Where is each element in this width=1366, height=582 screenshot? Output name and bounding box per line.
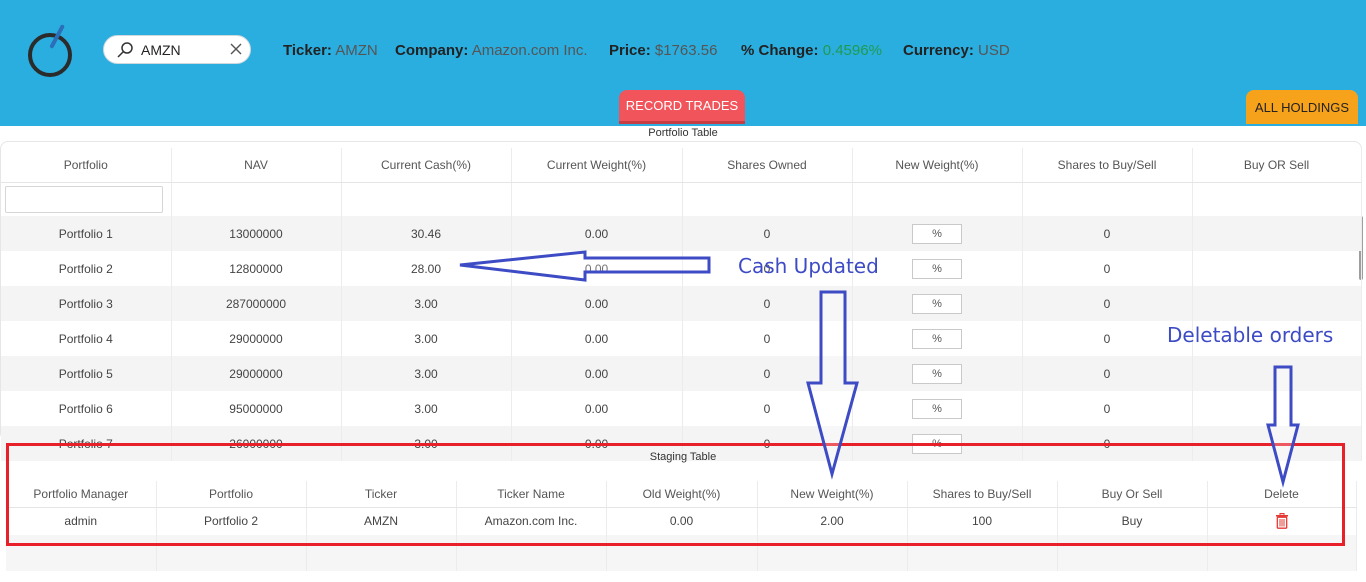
cell-shares-owned: 0 xyxy=(682,391,853,426)
cell-portfolio: Portfolio 2 xyxy=(1,251,172,286)
change-info: % Change: 0.4596% xyxy=(741,42,882,59)
cell-portfolio: Portfolio 3 xyxy=(1,286,172,321)
portfolio-row[interactable]: Portfolio 5 29000000 3.00 0.00 0% 0 xyxy=(1,356,1362,391)
ticker-value: AMZN xyxy=(335,42,378,59)
col-header[interactable]: Buy OR Sell xyxy=(1192,148,1362,183)
company-value: Amazon.com Inc. xyxy=(471,42,588,59)
cell-buy-or-sell xyxy=(1192,251,1362,286)
cell-portfolio: Portfolio 5 xyxy=(1,356,172,391)
cell-weight: 0.00 xyxy=(511,321,683,356)
cell-nav: 13000000 xyxy=(171,216,342,251)
cell-to-buy: 0 xyxy=(1022,356,1193,391)
search-input[interactable]: AMZN xyxy=(141,42,181,58)
portfolio-row[interactable]: Portfolio 1 13000000 30.46 0.00 0% 0 xyxy=(1,216,1362,251)
filter-row xyxy=(1,182,1362,216)
portfolio-row[interactable]: Portfolio 2 12800000 28.00 0.00 0% 0 xyxy=(1,251,1362,286)
currency-value: USD xyxy=(978,42,1010,59)
cash-updated-annotation: Cash Updated xyxy=(738,254,879,278)
cell-buy-or-sell xyxy=(1192,216,1362,251)
col-header[interactable]: NAV xyxy=(171,148,342,183)
portfolio-row[interactable]: Portfolio 4 29000000 3.00 0.00 0% 0 xyxy=(1,321,1362,356)
col-header[interactable]: Current Weight(%) xyxy=(511,148,683,183)
portfolio-row[interactable]: Portfolio 3 287000000 3.00 0.00 0% 0 xyxy=(1,286,1362,321)
new-weight-input[interactable]: % xyxy=(912,258,962,279)
cell-nav: 287000000 xyxy=(171,286,342,321)
tab-record-trades[interactable]: RECORD TRADES xyxy=(619,90,745,124)
currency-label: Currency: xyxy=(903,42,974,59)
cell-to-buy: 0 xyxy=(1022,216,1193,251)
company-info: Company: Amazon.com Inc. xyxy=(395,42,588,59)
price-info: Price: $1763.56 xyxy=(609,42,717,59)
cell-cash: 3.00 xyxy=(341,391,512,426)
cell-cash: 3.00 xyxy=(341,286,512,321)
price-value: $1763.56 xyxy=(654,42,718,59)
cell-shares-owned: 0 xyxy=(682,286,853,321)
cell-portfolio: Portfolio 1 xyxy=(1,216,172,251)
new-weight-input[interactable]: % xyxy=(912,398,962,419)
cell-nav: 12800000 xyxy=(171,251,342,286)
cell-new-weight: % xyxy=(852,216,1023,251)
change-value: 0.4596% xyxy=(822,42,882,59)
col-header[interactable]: Shares Owned xyxy=(682,148,853,183)
cell-portfolio: Portfolio 6 xyxy=(1,391,172,426)
cell-nav: 29000000 xyxy=(171,321,342,356)
col-header[interactable]: Current Cash(%) xyxy=(341,148,512,183)
new-weight-input[interactable]: % xyxy=(912,328,962,349)
cell-nav: 95000000 xyxy=(171,391,342,426)
cell-buy-or-sell xyxy=(1192,391,1362,426)
portfolio-table-header: Portfolio NAV Current Cash(%) Current We… xyxy=(1,148,1362,183)
cell-new-weight: % xyxy=(852,391,1023,426)
cell-to-buy: 0 xyxy=(1022,251,1193,286)
cell-new-weight: % xyxy=(852,286,1023,321)
portfolio-table: Portfolio NAV Current Cash(%) Current We… xyxy=(1,148,1362,461)
cell-portfolio: Portfolio 4 xyxy=(1,321,172,356)
cell-to-buy: 0 xyxy=(1022,286,1193,321)
clear-search-icon[interactable] xyxy=(228,41,244,57)
new-weight-input[interactable]: % xyxy=(912,293,962,314)
cell-new-weight: % xyxy=(852,356,1023,391)
cell-to-buy: 0 xyxy=(1022,391,1193,426)
cell-weight: 0.00 xyxy=(511,251,683,286)
portfolio-filter-input[interactable] xyxy=(5,185,163,213)
ticker-info: Ticker: AMZN xyxy=(283,42,378,59)
cell-buy-or-sell xyxy=(1192,286,1362,321)
col-header[interactable]: Shares to Buy/Sell xyxy=(1022,148,1193,183)
staging-highlight-box xyxy=(6,443,1345,546)
cell-weight: 0.00 xyxy=(511,391,683,426)
new-weight-input[interactable]: % xyxy=(912,363,962,384)
tab-all-holdings[interactable]: ALL HOLDINGS xyxy=(1246,90,1358,124)
cell-shares-owned: 0 xyxy=(682,321,853,356)
logo-gauge-icon xyxy=(28,33,72,77)
change-label: % Change: xyxy=(741,42,819,59)
cell-cash: 3.00 xyxy=(341,321,512,356)
cell-shares-owned: 0 xyxy=(682,216,853,251)
company-label: Company: xyxy=(395,42,469,59)
cell-cash: 3.00 xyxy=(341,356,512,391)
ticker-search-box[interactable]: AMZN xyxy=(103,35,251,64)
currency-info: Currency: USD xyxy=(903,42,1010,59)
cell-cash: 28.00 xyxy=(341,251,512,286)
price-label: Price: xyxy=(609,42,651,59)
cell-weight: 0.00 xyxy=(511,216,683,251)
search-icon xyxy=(117,42,133,58)
col-header[interactable]: New Weight(%) xyxy=(852,148,1023,183)
ticker-label: Ticker: xyxy=(283,42,332,59)
portfolio-row[interactable]: Portfolio 6 95000000 3.00 0.00 0% 0 xyxy=(1,391,1362,426)
cell-cash: 30.46 xyxy=(341,216,512,251)
deletable-orders-annotation: Deletable orders xyxy=(1167,323,1334,347)
cell-nav: 29000000 xyxy=(171,356,342,391)
cell-new-weight: % xyxy=(852,321,1023,356)
new-weight-input[interactable]: % xyxy=(912,223,962,244)
cell-buy-or-sell xyxy=(1192,356,1362,391)
app-header: AMZN Ticker: AMZN Company: Amazon.com In… xyxy=(0,0,1366,126)
cell-weight: 0.00 xyxy=(511,286,683,321)
portfolio-table-title: Portfolio Table xyxy=(648,127,718,139)
cell-weight: 0.00 xyxy=(511,356,683,391)
col-header[interactable]: Portfolio xyxy=(1,148,172,183)
cell-shares-owned: 0 xyxy=(682,356,853,391)
